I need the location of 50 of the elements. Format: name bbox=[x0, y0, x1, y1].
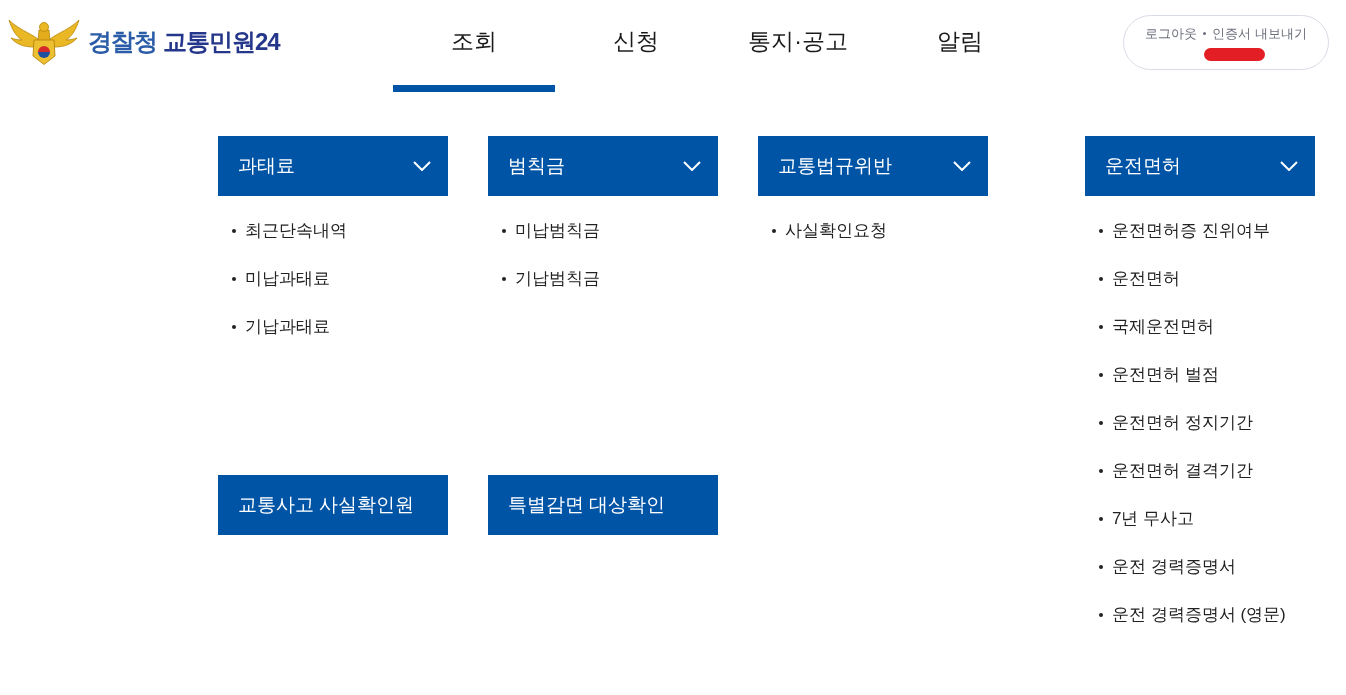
menu-link[interactable]: 기납범칙금 bbox=[502, 267, 600, 291]
menu-link[interactable]: 운전면허 정지기간 bbox=[1099, 411, 1253, 435]
bullet-icon bbox=[232, 229, 236, 233]
bullet-icon bbox=[1099, 469, 1103, 473]
bullet-icon bbox=[232, 277, 236, 281]
chevron-down-icon bbox=[1280, 161, 1298, 171]
bullet-icon bbox=[772, 229, 776, 233]
menu-section-header[interactable]: 과태료 bbox=[218, 136, 448, 196]
service-name: 교통민원24 bbox=[163, 27, 280, 57]
menu-section-header[interactable]: 교통법규위반 bbox=[758, 136, 988, 196]
menu-link[interactable]: 운전 경력증명서 bbox=[1099, 555, 1236, 579]
bullet-icon bbox=[1099, 325, 1103, 329]
agency-name: 경찰청 bbox=[88, 27, 157, 57]
menu-link[interactable]: 운전 경력증명서 (영문) bbox=[1099, 603, 1286, 627]
bullet-icon bbox=[502, 277, 506, 281]
menu-link[interactable]: 운전면허 bbox=[1099, 267, 1180, 291]
nav-tab[interactable]: 조회 bbox=[393, 0, 555, 92]
account-link[interactable]: 로그아웃 bbox=[1145, 24, 1198, 44]
bullet-icon bbox=[1099, 613, 1103, 617]
menu-link[interactable]: 국제운전면허 bbox=[1099, 315, 1214, 339]
chevron-down-icon bbox=[953, 161, 971, 171]
menu-link[interactable]: 사실확인요청 bbox=[772, 219, 887, 243]
menu-link[interactable]: 운전면허 벌점 bbox=[1099, 363, 1219, 387]
menu-section-header[interactable]: 운전면허 bbox=[1085, 136, 1315, 196]
nav-tab[interactable]: 통지·공고 bbox=[717, 0, 879, 92]
menu-link[interactable]: 미납과태료 bbox=[232, 267, 330, 291]
menu-link[interactable]: 기납과태료 bbox=[232, 315, 330, 339]
menu-link[interactable]: 운전면허증 진위여부 bbox=[1099, 219, 1270, 243]
menu-link[interactable]: 최근단속내역 bbox=[232, 219, 347, 243]
bullet-icon bbox=[232, 325, 236, 329]
chevron-down-icon bbox=[413, 161, 431, 171]
account-link[interactable]: 인증서 내보내기 bbox=[1212, 24, 1307, 44]
bullet-icon bbox=[1099, 421, 1103, 425]
shortcut-button[interactable]: 교통사고 사실확인원 bbox=[218, 475, 448, 535]
nav-tab[interactable]: 알림 bbox=[879, 0, 1041, 92]
chevron-down-icon bbox=[683, 161, 701, 171]
menu-link[interactable]: 7년 무사고 bbox=[1099, 507, 1195, 531]
bullet-icon bbox=[1099, 229, 1103, 233]
bullet-icon bbox=[502, 229, 506, 233]
bullet-icon bbox=[1099, 565, 1103, 569]
menu-link[interactable]: 운전면허 결격기간 bbox=[1099, 459, 1253, 483]
menu-link[interactable]: 미납범칙금 bbox=[502, 219, 600, 243]
eagle-emblem-icon bbox=[8, 19, 80, 65]
redaction-mark bbox=[1203, 47, 1265, 61]
bullet-icon bbox=[1099, 517, 1103, 521]
shortcut-button[interactable]: 특별감면 대상확인 bbox=[488, 475, 718, 535]
bullet-icon bbox=[1099, 373, 1103, 377]
menu-section-header[interactable]: 범칙금 bbox=[488, 136, 718, 196]
bullet-icon bbox=[1099, 277, 1103, 281]
nav-tab[interactable]: 신청 bbox=[555, 0, 717, 92]
